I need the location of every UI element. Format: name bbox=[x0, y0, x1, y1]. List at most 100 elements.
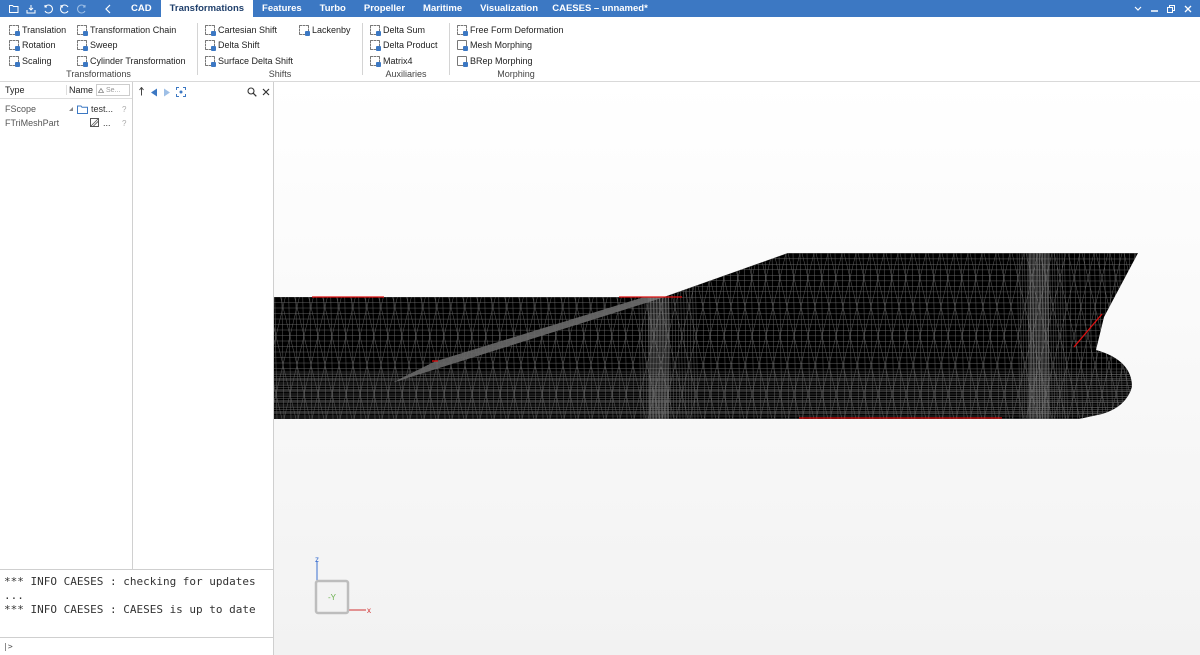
undo-step-icon[interactable] bbox=[60, 4, 70, 14]
delta-sum-button[interactable]: Delta Sum bbox=[370, 22, 438, 38]
surface-delta-shift-button[interactable]: Surface Delta Shift bbox=[205, 53, 293, 69]
tab-turbo[interactable]: Turbo bbox=[311, 0, 355, 17]
search-icon[interactable] bbox=[247, 87, 257, 97]
delta-sum-label: Delta Sum bbox=[383, 24, 426, 35]
morphing-group-label: Morphing bbox=[497, 69, 535, 79]
free-form-deformation-icon bbox=[457, 24, 468, 36]
shifts-col2: Lackenby bbox=[299, 22, 351, 38]
group-transformations: Translation Rotation Scaling Transformat… bbox=[0, 17, 197, 82]
auxiliaries-group-label: Auxiliaries bbox=[385, 69, 427, 79]
tab-features[interactable]: Features bbox=[253, 0, 311, 17]
3d-viewport[interactable]: z x -Y bbox=[274, 82, 1200, 655]
tree-header: Type Name Se... bbox=[0, 82, 132, 99]
ribbon-panel: Translation Rotation Scaling Transformat… bbox=[0, 17, 1200, 82]
translation-button[interactable]: Translation bbox=[9, 22, 66, 38]
tab-propeller[interactable]: Propeller bbox=[355, 0, 414, 17]
transformations-col2: Transformation Chain Sweep Cylinder Tran… bbox=[77, 22, 186, 69]
tree-row-name: ... bbox=[103, 118, 111, 128]
orientation-axis[interactable]: z x -Y bbox=[304, 555, 374, 627]
tree-row[interactable]: FTriMeshPart ... ? bbox=[0, 116, 132, 130]
quick-access-toolbar bbox=[0, 4, 122, 14]
help-icon[interactable]: ? bbox=[122, 119, 132, 128]
help-icon[interactable]: ? bbox=[122, 105, 132, 114]
transformation-chain-icon bbox=[77, 24, 88, 36]
redo-icon[interactable] bbox=[77, 4, 87, 14]
delta-product-icon bbox=[370, 40, 381, 52]
close-icon[interactable] bbox=[262, 88, 270, 96]
console-line: *** INFO CAESES : checking for updates bbox=[4, 575, 256, 588]
command-input[interactable]: |> bbox=[0, 637, 273, 655]
tree-column-type[interactable]: Type bbox=[0, 85, 66, 95]
cylinder-transformation-label: Cylinder Transformation bbox=[90, 55, 186, 66]
hull-mesh[interactable] bbox=[274, 82, 1200, 655]
brep-morphing-button[interactable]: BRep Morphing bbox=[457, 53, 564, 69]
lackenby-button[interactable]: Lackenby bbox=[299, 22, 351, 38]
window-controls bbox=[1134, 0, 1192, 17]
scaling-button[interactable]: Scaling bbox=[9, 53, 66, 69]
left-panel: Type Name Se... FScope test... ? FTriMes… bbox=[0, 82, 274, 655]
matrix4-button[interactable]: Matrix4 bbox=[370, 53, 438, 69]
auxiliaries-col1: Delta Sum Delta Product Matrix4 bbox=[370, 22, 438, 69]
sweep-icon bbox=[77, 40, 88, 52]
tree-row-type: FScope bbox=[5, 104, 37, 114]
close-icon[interactable] bbox=[1184, 5, 1192, 13]
sweep-button[interactable]: Sweep bbox=[77, 38, 186, 54]
brep-morphing-icon bbox=[457, 55, 468, 67]
chevron-down-icon[interactable] bbox=[1134, 6, 1142, 12]
open-folder-icon[interactable] bbox=[9, 4, 19, 13]
pin-icon[interactable] bbox=[138, 87, 145, 97]
sweep-label: Sweep bbox=[90, 40, 118, 51]
mesh-morphing-icon bbox=[457, 40, 468, 52]
tab-cad[interactable]: CAD bbox=[122, 0, 161, 17]
translation-icon bbox=[9, 24, 20, 36]
delta-product-button[interactable]: Delta Product bbox=[370, 38, 438, 54]
folder-icon bbox=[77, 105, 88, 114]
shifts-col1: Cartesian Shift Delta Shift Surface Delt… bbox=[205, 22, 293, 69]
undo-icon[interactable] bbox=[43, 4, 53, 14]
restore-icon[interactable] bbox=[1167, 4, 1175, 13]
transformation-chain-button[interactable]: Transformation Chain bbox=[77, 22, 186, 38]
save-icon[interactable] bbox=[26, 4, 36, 14]
transformations-col1: Translation Rotation Scaling bbox=[9, 22, 66, 69]
tree-row-name-cell: ... bbox=[66, 118, 122, 128]
mesh-morphing-button[interactable]: Mesh Morphing bbox=[457, 38, 564, 54]
rotation-label: Rotation bbox=[22, 40, 56, 51]
forward-arrow-icon[interactable] bbox=[163, 88, 171, 97]
mesh-morphing-label: Mesh Morphing bbox=[470, 40, 533, 51]
rotation-button[interactable]: Rotation bbox=[9, 38, 66, 54]
panel-splitter[interactable] bbox=[132, 82, 133, 569]
shifts-group-label: Shifts bbox=[268, 69, 292, 79]
group-auxiliaries: Delta Sum Delta Product Matrix4 Auxiliar… bbox=[363, 17, 449, 82]
tab-visualization[interactable]: Visualization bbox=[471, 0, 547, 17]
axis-x-label: x bbox=[367, 606, 371, 615]
scaling-label: Scaling bbox=[22, 55, 52, 66]
title-bar: CAD Transformations Features Turbo Prope… bbox=[0, 0, 1200, 17]
chevron-left-icon[interactable] bbox=[104, 4, 112, 14]
tab-transformations[interactable]: Transformations bbox=[160, 0, 254, 17]
mesh-part-icon bbox=[90, 118, 99, 127]
tree-search-placeholder: Se... bbox=[106, 86, 121, 94]
tree-search-field[interactable]: Se... bbox=[96, 84, 130, 96]
ribbon-tabs: CAD Transformations Features Turbo Prope… bbox=[122, 0, 547, 17]
select-target-icon[interactable] bbox=[176, 87, 186, 97]
cylinder-transformation-button[interactable]: Cylinder Transformation bbox=[77, 53, 186, 69]
back-arrow-icon[interactable] bbox=[150, 88, 158, 97]
cartesian-shift-button[interactable]: Cartesian Shift bbox=[205, 22, 293, 38]
transformations-group-label: Transformations bbox=[66, 69, 131, 79]
group-morphing: Free Form Deformation Mesh Morphing BRep… bbox=[450, 17, 582, 82]
expand-arrow-icon[interactable] bbox=[68, 106, 74, 112]
tree-column-name[interactable]: Name bbox=[66, 85, 96, 95]
delta-shift-icon bbox=[205, 40, 216, 52]
console-output: *** INFO CAESES : checking for updates..… bbox=[0, 569, 273, 635]
tab-maritime[interactable]: Maritime bbox=[414, 0, 471, 17]
brep-morphing-label: BRep Morphing bbox=[470, 55, 533, 66]
delta-shift-button[interactable]: Delta Shift bbox=[205, 38, 293, 54]
free-form-deformation-button[interactable]: Free Form Deformation bbox=[457, 22, 564, 38]
surface-delta-shift-label: Surface Delta Shift bbox=[218, 55, 294, 66]
tree-row[interactable]: FScope test... ? bbox=[0, 102, 132, 116]
console-line: *** INFO CAESES : CAESES is up to date bbox=[4, 603, 256, 616]
surface-delta-shift-icon bbox=[205, 55, 216, 67]
minimize-icon[interactable] bbox=[1151, 5, 1158, 12]
rotation-icon bbox=[9, 40, 20, 52]
matrix4-icon bbox=[370, 55, 381, 67]
